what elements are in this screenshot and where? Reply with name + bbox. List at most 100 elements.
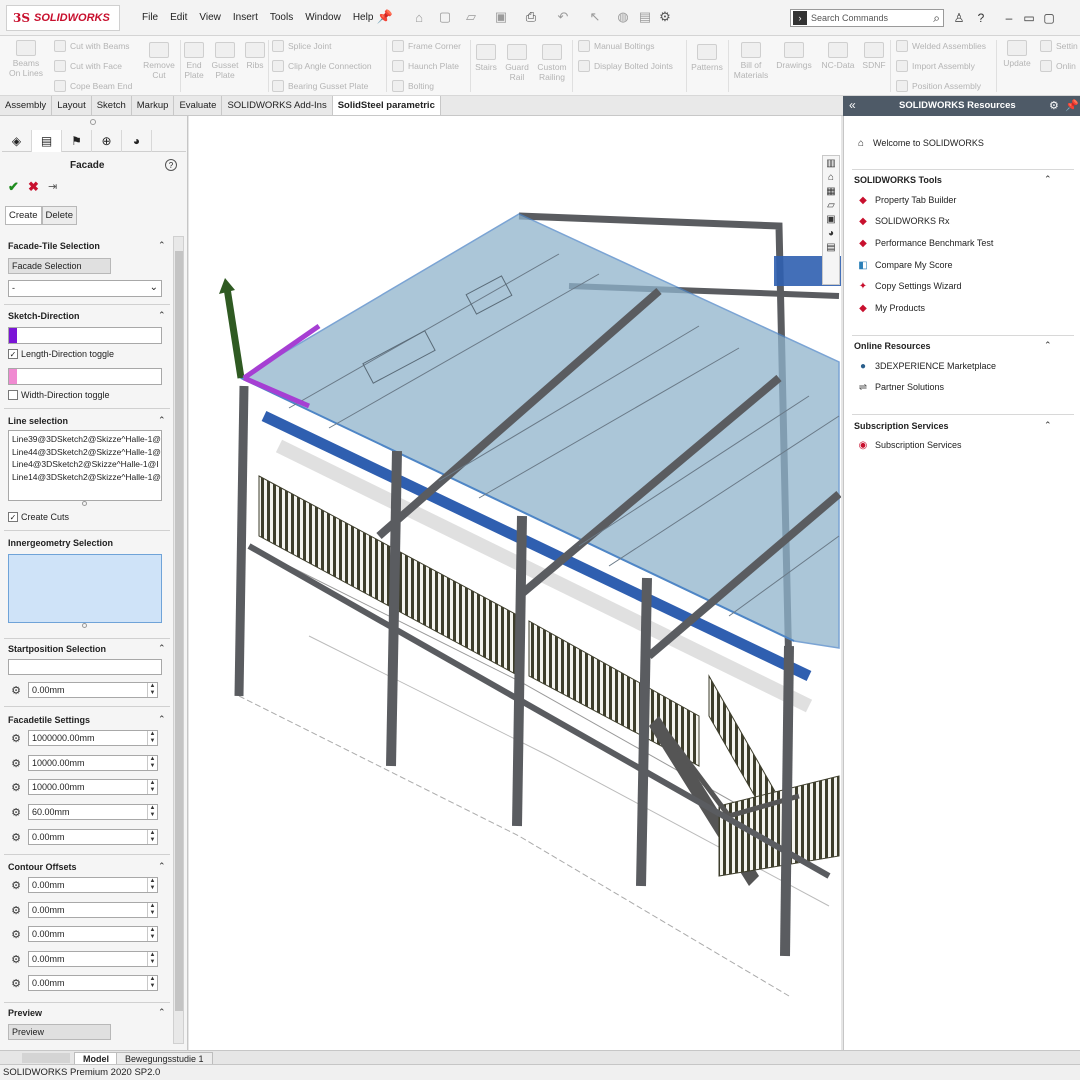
resource-link[interactable]: ● 3DEXPERIENCE Marketplace [856, 359, 996, 373]
innergeometry-selection-box[interactable] [8, 554, 162, 623]
welded-assemblies-button[interactable]: Welded Assemblies [896, 40, 986, 52]
offset-input[interactable]: 0.00mm ▲ ▼ [28, 926, 158, 942]
cope-beam-end-button[interactable]: Cope Beam End [54, 80, 132, 92]
group-preview[interactable]: Preview [8, 1008, 42, 1018]
graphics-viewport[interactable] [189, 116, 841, 1050]
settings-button[interactable]: Settin [1040, 40, 1078, 52]
minimize-icon[interactable]: – [1000, 9, 1018, 27]
collapse-chevron-icon[interactable]: ⌃ [158, 310, 166, 321]
facade-dropdown[interactable]: - ⌄ [8, 280, 162, 297]
list-item[interactable]: Line4@3DSketch2@Skizze^Halle-1@I [12, 458, 159, 471]
collapse-chevron-icon[interactable]: ⌃ [158, 643, 166, 654]
group-startposition[interactable]: Startposition Selection [8, 644, 106, 654]
3d-model-view[interactable] [189, 116, 841, 1050]
ok-check-icon[interactable]: ✔ [8, 179, 19, 195]
resources-gear-icon[interactable]: ⚙ [1049, 99, 1059, 112]
scrollbar-thumb[interactable] [175, 251, 183, 1011]
collapse-chevron-icon[interactable]: ⌃ [1044, 340, 1052, 351]
nc-data-button[interactable]: NC-Data [818, 42, 858, 70]
display-manager-icon[interactable]: ◕ [122, 130, 152, 152]
bill-of-materials-button[interactable]: Bill of Materials [732, 42, 770, 80]
update-button[interactable]: Update [1000, 40, 1034, 68]
bearing-gusset-button[interactable]: Bearing Gusset Plate [272, 80, 368, 92]
setting-input[interactable]: 1000000.00mm ▲ ▼ [28, 730, 158, 746]
tab-nav-arrows[interactable] [22, 1053, 70, 1063]
create-cuts-checkbox[interactable]: ✓ Create Cuts [8, 512, 69, 522]
length-direction-checkbox[interactable]: ✓ Length-Direction toggle [8, 349, 114, 359]
panel-scrollbar[interactable] [173, 236, 184, 1044]
sdnf-button[interactable]: SDNF [860, 42, 888, 70]
pin-icon[interactable]: 📌 [376, 8, 394, 26]
import-assembly-button[interactable]: Import Assembly [896, 60, 975, 72]
tab-sketch[interactable]: Sketch [92, 96, 132, 115]
solidworks-logo[interactable]: 3S SOLIDWORKS [6, 5, 120, 31]
group-sketch-direction[interactable]: Sketch-Direction [8, 311, 80, 321]
open-icon[interactable]: ▱ [462, 8, 480, 26]
group-line-selection[interactable]: Line selection [8, 416, 68, 426]
setting-input[interactable]: 10000.00mm ▲ ▼ [28, 779, 158, 795]
options-gear-icon[interactable]: ⚙ [656, 8, 674, 26]
tools-heading[interactable]: SOLIDWORKS Tools [854, 175, 942, 185]
offset-input[interactable]: 0.00mm ▲ ▼ [28, 951, 158, 967]
spinner-icon[interactable]: ▲ ▼ [147, 805, 157, 819]
resource-link[interactable]: ◆ My Products [856, 301, 925, 315]
haunch-plate-button[interactable]: Haunch Plate [392, 60, 459, 72]
offset-input[interactable]: 0.00mm ▲ ▼ [28, 975, 158, 991]
menu-view[interactable]: View [193, 9, 227, 26]
group-facadetile-settings[interactable]: Facadetile Settings [8, 715, 90, 725]
feature-manager-icon[interactable]: ◈ [2, 130, 32, 152]
resource-link[interactable]: ⇌ Partner Solutions [856, 380, 944, 394]
clip-angle-button[interactable]: Clip Angle Connection [272, 60, 372, 72]
spinner-icon[interactable]: ▲ ▼ [147, 780, 157, 794]
appearances-icon[interactable]: ◕ [828, 228, 834, 239]
undo-icon[interactable]: ↶ [554, 8, 572, 26]
bolting-button[interactable]: Bolting [392, 80, 434, 92]
menu-help[interactable]: Help [347, 9, 380, 26]
ribs-button[interactable]: Ribs [244, 42, 266, 70]
width-direction-checkbox[interactable]: Width-Direction toggle [8, 390, 110, 400]
home-icon[interactable]: ⌂ [410, 8, 428, 26]
collapse-panel-icon[interactable]: « [849, 98, 856, 112]
list-item[interactable]: Line44@3DSketch2@Skizze^Halle-1@ [12, 446, 161, 459]
tab-layout[interactable]: Layout [52, 96, 92, 115]
online-button[interactable]: Onlin [1040, 60, 1076, 72]
menu-edit[interactable]: Edit [164, 9, 193, 26]
startposition-field[interactable] [8, 659, 162, 675]
resources-pin-icon[interactable]: 📌 [1065, 99, 1079, 112]
remove-cut-button[interactable]: Remove Cut [140, 42, 178, 80]
resource-link[interactable]: ✦ Copy Settings Wizard [856, 279, 962, 293]
tab-assembly[interactable]: Assembly [0, 96, 53, 115]
file-explorer-icon[interactable]: ▱ [827, 200, 835, 211]
frame-corner-button[interactable]: Frame Corner [392, 40, 461, 52]
user-icon[interactable]: ♙ [950, 9, 968, 27]
subtab-create[interactable]: Create [5, 206, 42, 225]
position-assembly-button[interactable]: Position Assembly [896, 80, 981, 92]
resource-link[interactable]: ◆ Performance Benchmark Test [856, 236, 993, 250]
menu-window[interactable]: Window [299, 9, 347, 26]
facade-selection-button[interactable]: Facade Selection [8, 258, 111, 274]
offset-input[interactable]: 0.00mm ▲ ▼ [28, 877, 158, 893]
collapse-chevron-icon[interactable]: ⌃ [158, 240, 166, 251]
display-bolted-joints-button[interactable]: Display Bolted Joints [578, 60, 673, 72]
file-properties-icon[interactable]: ▤ [636, 8, 654, 26]
beams-on-lines-button[interactable]: Beams On Lines [6, 40, 46, 78]
panel-grip-icon[interactable] [90, 119, 96, 125]
resize-handle[interactable] [82, 623, 87, 628]
length-direction-field[interactable] [8, 327, 162, 344]
collapse-chevron-icon[interactable]: ⌃ [1044, 420, 1052, 431]
setting-input[interactable]: 10000.00mm ▲ ▼ [28, 755, 158, 771]
manual-boltings-button[interactable]: Manual Boltings [578, 40, 654, 52]
close-window-icon[interactable]: ▢ [1040, 9, 1058, 27]
spinner-icon[interactable]: ▲ ▼ [147, 976, 157, 990]
subtab-delete[interactable]: Delete [41, 206, 77, 225]
menu-insert[interactable]: Insert [227, 9, 264, 26]
custom-railing-button[interactable]: Custom Railing [534, 44, 570, 82]
cancel-x-icon[interactable]: ✖ [28, 179, 39, 195]
heads-up-toolbar-icon[interactable]: ▥ [826, 158, 835, 169]
spinner-icon[interactable]: ▲ ▼ [147, 927, 157, 941]
online-heading[interactable]: Online Resources [854, 341, 931, 351]
line-selection-list[interactable]: Line39@3DSketch2@Skizze^Halle-1@ Line44@… [8, 430, 162, 501]
collapse-chevron-icon[interactable]: ⌃ [158, 1007, 166, 1018]
spinner-icon[interactable]: ▲ ▼ [147, 731, 157, 745]
width-direction-field[interactable] [8, 368, 162, 385]
